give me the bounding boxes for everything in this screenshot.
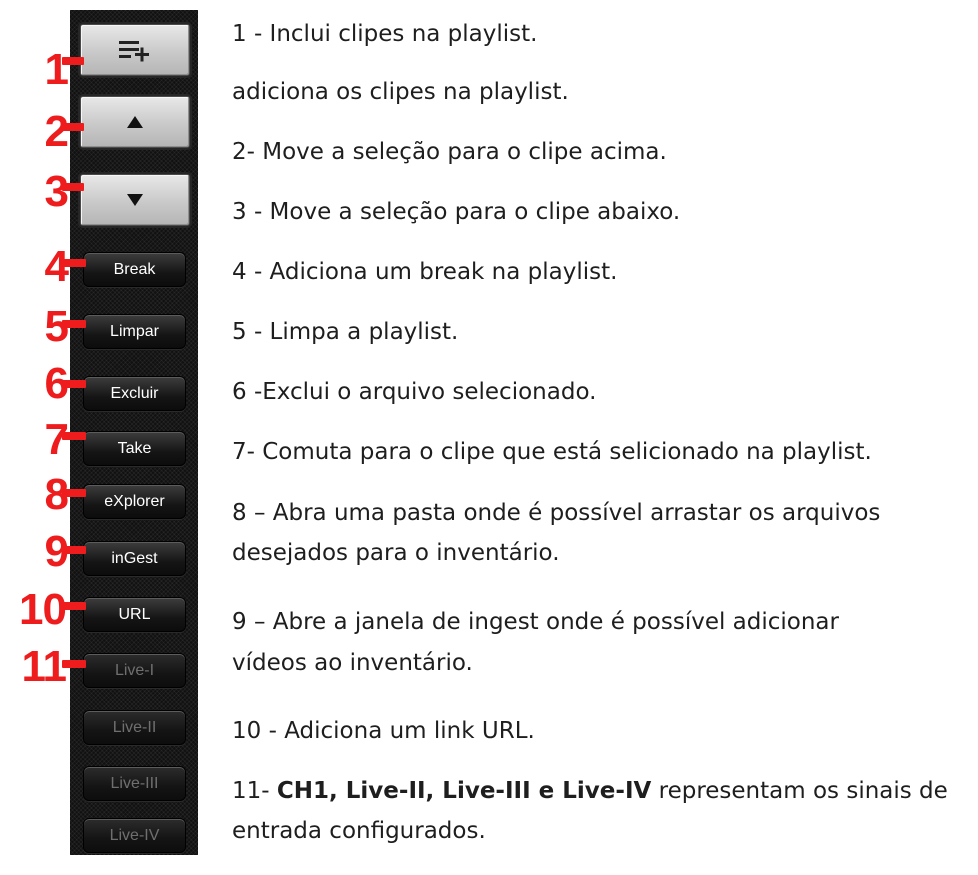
callout-5-tick <box>62 320 86 328</box>
ingest-button[interactable]: inGest <box>83 541 186 576</box>
live-1-button[interactable]: Live-I <box>83 653 186 688</box>
description-9-line-2: vídeos ao inventário. <box>232 650 473 676</box>
description-11-suffix: representam os sinais de <box>651 778 948 804</box>
callout-7-tick <box>62 432 86 440</box>
control-panel: Break Limpar Excluir Take eXplorer inGes… <box>70 10 198 855</box>
description-7: 7- Comuta para o clipe que está selicion… <box>232 439 872 465</box>
callout-2: 2 <box>44 107 69 156</box>
description-11-signals: CH1, Live-II, Live-III e Live-IV <box>276 778 652 804</box>
callout-8: 8 <box>44 470 69 519</box>
callout-5: 5 <box>44 302 69 351</box>
description-6: 6 -Exclui o arquivo selecionado. <box>232 379 597 405</box>
add-clips-button[interactable] <box>80 24 190 76</box>
move-up-button[interactable] <box>80 96 190 148</box>
description-11-line-1: 11- CH1, Live-II, Live-III e Live-IV rep… <box>232 775 972 807</box>
callout-1-tick <box>62 57 84 65</box>
callout-11: 11 <box>21 642 67 691</box>
callout-4: 4 <box>44 242 69 291</box>
callout-2-tick <box>62 123 84 131</box>
callout-9-tick <box>62 546 86 554</box>
live-2-button[interactable]: Live-II <box>83 710 186 745</box>
callout-10-tick <box>62 602 86 610</box>
triangle-up-icon <box>127 116 143 128</box>
description-11-line-2: entrada configurados. <box>232 818 486 844</box>
description-1-detail: adiciona os clipes na playlist. <box>232 79 569 105</box>
callout-3-tick <box>62 183 84 191</box>
description-10: 10 - Adiciona um link URL. <box>232 718 535 744</box>
callout-3: 3 <box>44 167 69 216</box>
callout-11-tick <box>62 660 86 668</box>
callout-8-tick <box>62 489 86 497</box>
description-8-line-2: desejados para o inventário. <box>232 540 560 566</box>
description-11-prefix: 11- <box>232 778 277 804</box>
live-4-button[interactable]: Live-IV <box>83 818 186 853</box>
callout-4-tick <box>62 259 86 267</box>
callout-9: 9 <box>44 527 69 576</box>
callout-6-tick <box>62 380 86 388</box>
live-3-button[interactable]: Live-III <box>83 766 186 801</box>
move-down-button[interactable] <box>80 174 190 226</box>
break-button[interactable]: Break <box>83 252 186 287</box>
description-1: 1 - Inclui clipes na playlist. <box>232 21 538 47</box>
description-4: 4 - Adiciona um break na playlist. <box>232 259 618 285</box>
limpar-button[interactable]: Limpar <box>83 314 186 349</box>
explorer-button[interactable]: eXplorer <box>83 484 186 519</box>
take-button[interactable]: Take <box>83 431 186 466</box>
description-8-line-1: 8 – Abra uma pasta onde é possível arras… <box>232 500 881 526</box>
description-3: 3 - Move a seleção para o clipe abaixo. <box>232 199 681 225</box>
url-button[interactable]: URL <box>83 597 186 632</box>
callout-1: 1 <box>44 45 69 94</box>
playlist-add-icon <box>119 41 149 62</box>
triangle-down-icon <box>127 194 143 206</box>
description-9-line-1: 9 – Abre a janela de ingest onde é possí… <box>232 609 839 635</box>
callout-7: 7 <box>44 415 69 464</box>
callout-6: 6 <box>44 359 69 408</box>
description-5: 5 - Limpa a playlist. <box>232 319 459 345</box>
excluir-button[interactable]: Excluir <box>83 376 186 411</box>
callout-10: 10 <box>19 585 67 634</box>
description-2: 2- Move a seleção para o clipe acima. <box>232 139 667 165</box>
